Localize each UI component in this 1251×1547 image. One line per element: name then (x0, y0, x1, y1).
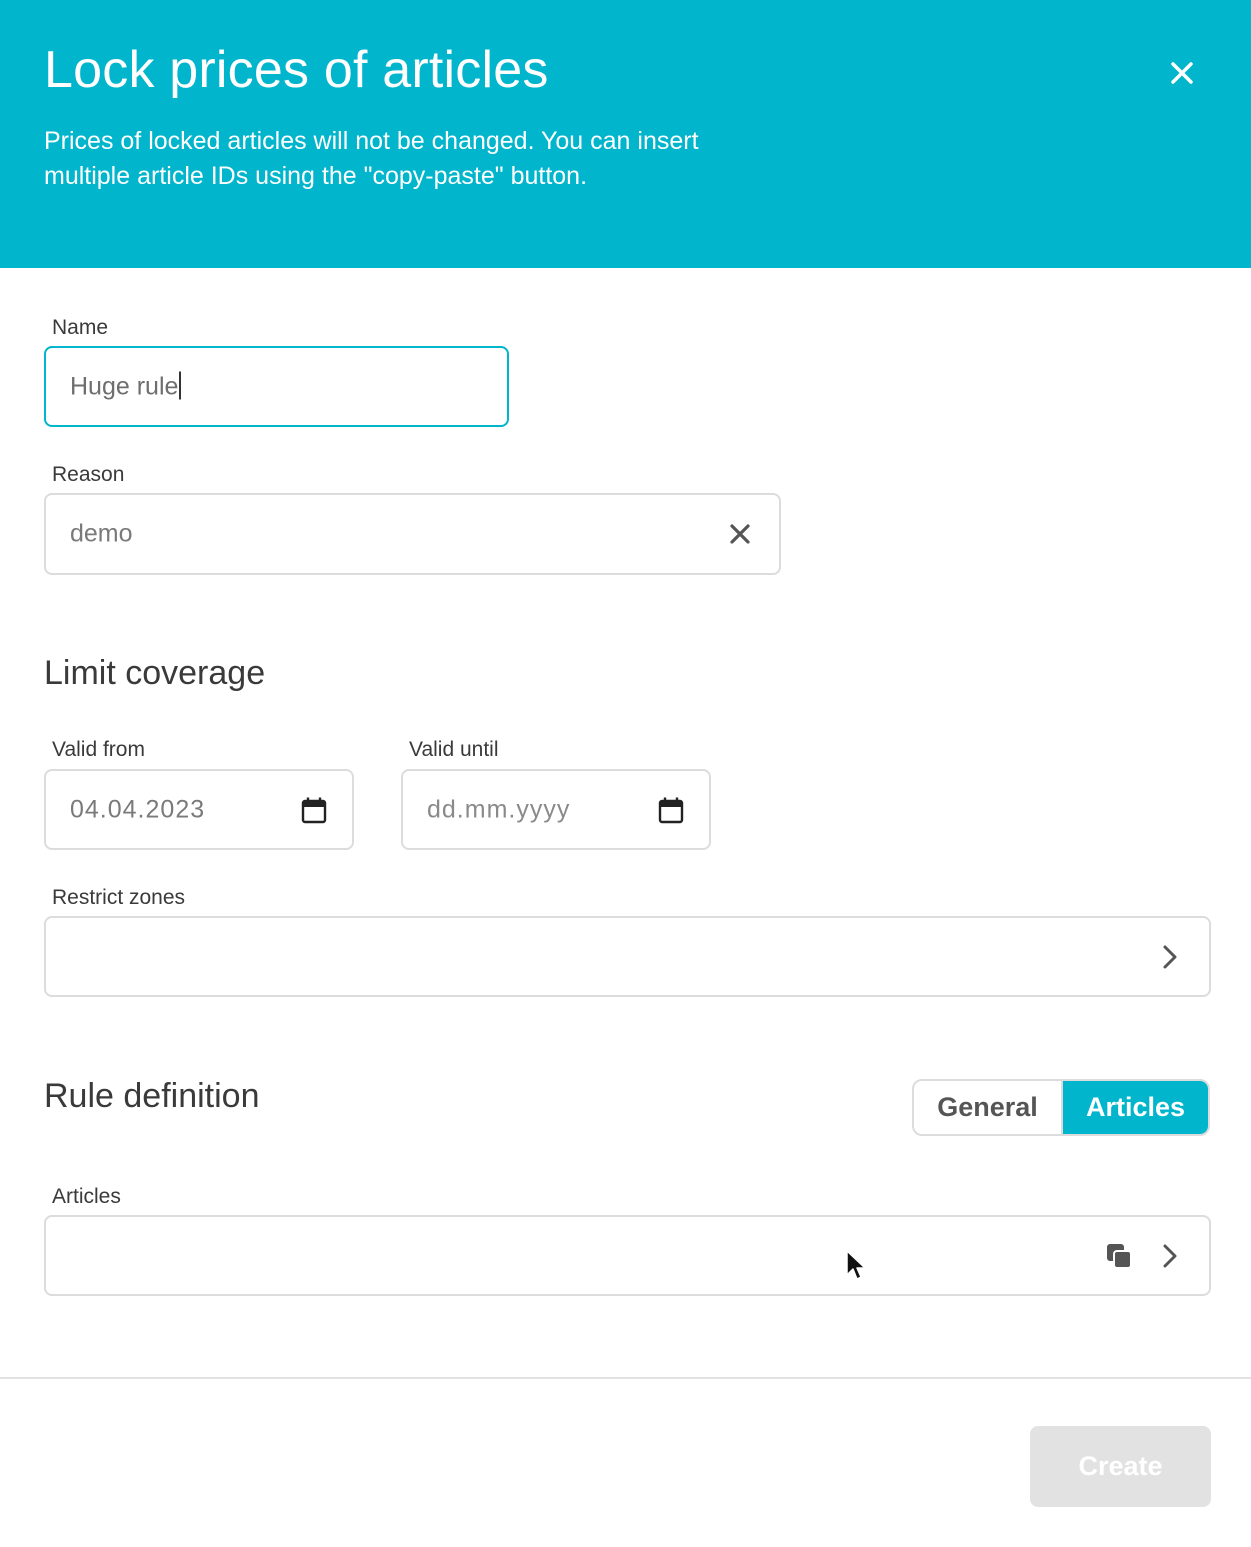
reason-input[interactable]: demo (44, 493, 781, 575)
chevron-right-icon[interactable] (1158, 1241, 1182, 1271)
name-input[interactable]: Huge rule (44, 346, 509, 427)
limit-coverage-heading: Limit coverage (44, 654, 266, 692)
articles-label: Articles (52, 1185, 121, 1208)
rule-definition-heading: Rule definition (44, 1077, 260, 1115)
close-icon (1171, 62, 1193, 84)
restrict-zones-select[interactable] (44, 916, 1211, 997)
close-button[interactable] (1162, 53, 1202, 93)
create-button[interactable]: Create (1030, 1426, 1211, 1507)
dialog-title: Lock prices of articles (44, 41, 549, 99)
calendar-icon[interactable] (657, 795, 685, 825)
tab-general[interactable]: General (914, 1081, 1063, 1134)
valid-from-label: Valid from (52, 738, 145, 761)
clear-icon[interactable] (726, 520, 754, 548)
mouse-cursor-icon (846, 1250, 866, 1280)
valid-from-date-input[interactable]: 04.04.2023 (44, 769, 354, 850)
name-value: Huge rule (70, 372, 179, 400)
valid-from-value: 04.04.2023 (70, 795, 206, 823)
dialog-description: Prices of locked articles will not be ch… (44, 127, 699, 190)
valid-until-label: Valid until (409, 738, 499, 761)
chevron-right-icon[interactable] (1158, 942, 1182, 972)
tab-articles[interactable]: Articles (1063, 1081, 1208, 1134)
name-label: Name (52, 316, 109, 339)
reason-value: demo (70, 519, 133, 548)
footer-divider (0, 1377, 1251, 1379)
valid-until-date-input[interactable]: dd.mm.yyyy (401, 769, 711, 850)
dialog-header: Lock prices of articles Prices of locked… (0, 0, 1251, 268)
valid-until-placeholder: dd.mm.yyyy (427, 795, 571, 823)
copy-paste-icon[interactable] (1104, 1241, 1134, 1271)
rule-definition-toggle: General Articles (912, 1079, 1210, 1136)
articles-select[interactable] (44, 1215, 1211, 1296)
restrict-zones-label: Restrict zones (52, 886, 186, 909)
calendar-icon[interactable] (300, 795, 328, 825)
reason-label: Reason (52, 463, 125, 486)
text-caret (179, 371, 182, 400)
